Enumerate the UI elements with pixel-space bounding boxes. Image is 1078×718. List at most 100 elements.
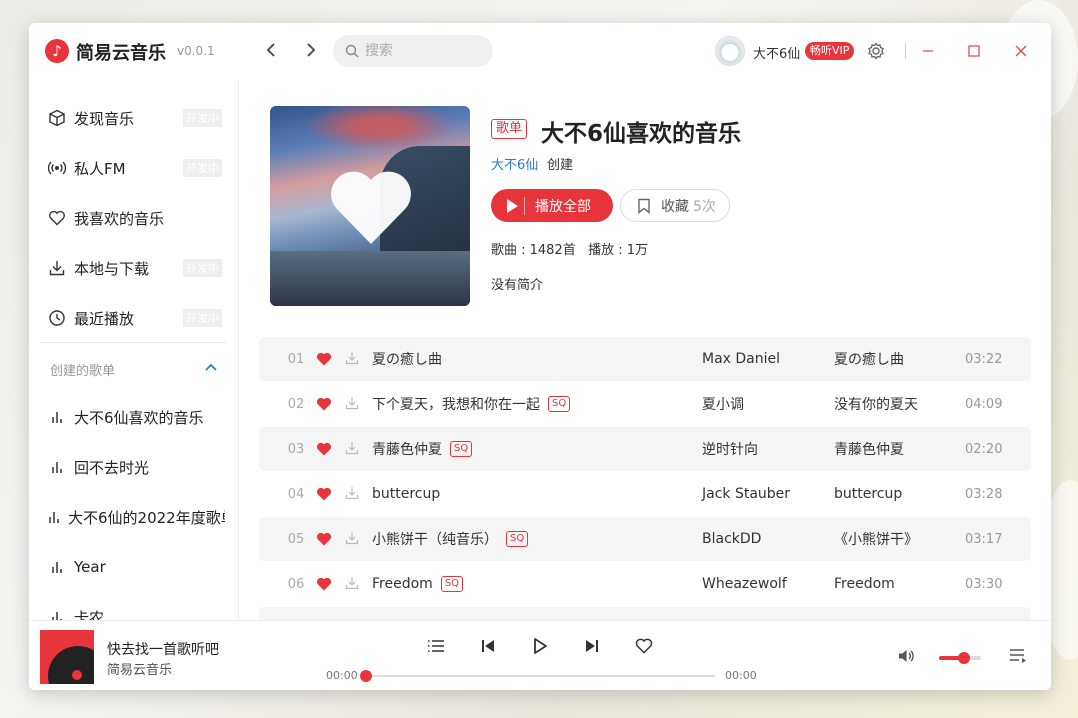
download-icon[interactable] xyxy=(345,396,359,410)
download-icon[interactable] xyxy=(345,441,359,455)
username[interactable]: 大不6仙 xyxy=(753,43,800,62)
playlist-creator[interactable]: 大不6仙 xyxy=(491,154,538,173)
track-name[interactable]: buttercup xyxy=(372,486,440,502)
chevron-left-icon xyxy=(266,43,275,57)
heart-icon[interactable] xyxy=(316,441,332,457)
track-name[interactable]: Freedom SQ xyxy=(372,576,464,592)
sidebar-item-liked[interactable]: 我喜欢的音乐 xyxy=(47,203,222,233)
dev-badge: 开发中 xyxy=(183,259,222,277)
play-all-button[interactable]: 播放全部 xyxy=(491,189,613,222)
play-button[interactable] xyxy=(529,635,551,657)
settings-button[interactable] xyxy=(865,40,887,62)
queue-icon xyxy=(1010,649,1026,663)
queue-button[interactable] xyxy=(1009,648,1029,668)
now-playing-cover[interactable] xyxy=(40,630,94,684)
table-row[interactable]: 01 夏の癒し曲 Max Daniel 夏の癒し曲 03:22 xyxy=(259,337,1031,381)
maximize-icon xyxy=(968,45,980,57)
sidebar-playlist-item[interactable]: 卡农 xyxy=(47,602,222,620)
heart-icon[interactable] xyxy=(316,486,332,502)
track-album[interactable]: 《小熊饼干》 xyxy=(834,529,918,549)
sidebar-playlist-item[interactable]: 大不6仙的2022年度歌单 xyxy=(47,502,225,532)
chevron-up-icon xyxy=(205,363,217,371)
sidebar-item-local[interactable]: 本地与下载 开发中 xyxy=(47,253,222,283)
sidebar-item-label: 卡农 xyxy=(74,608,105,621)
maximize-button[interactable] xyxy=(963,40,985,62)
skip-forward-icon xyxy=(586,640,598,652)
track-artist[interactable]: Jack Stauber xyxy=(702,486,790,502)
volume-slider[interactable] xyxy=(939,652,981,664)
heart-icon[interactable] xyxy=(316,351,332,367)
heart-icon[interactable] xyxy=(316,396,332,412)
collapse-button[interactable] xyxy=(205,360,217,375)
track-artist[interactable]: 逆时针向 xyxy=(702,439,758,459)
track-album[interactable]: 青藤色仲夏 xyxy=(834,439,904,459)
volume-knob[interactable] xyxy=(958,652,971,664)
track-name[interactable]: 夏の癒し曲 xyxy=(372,349,442,369)
search-input[interactable] xyxy=(365,43,485,59)
heart-icon[interactable] xyxy=(316,576,332,592)
track-index: 01 xyxy=(287,351,305,367)
sidebar-item-discover[interactable]: 发现音乐 开发中 xyxy=(47,103,222,133)
track-artist[interactable]: Max Daniel xyxy=(702,351,780,367)
sidebar-item-label: 大不6仙的2022年度歌单 xyxy=(68,508,225,527)
sq-badge: SQ xyxy=(450,441,473,457)
previous-button[interactable] xyxy=(477,635,499,657)
track-album[interactable]: 夏の癒し曲 xyxy=(834,349,904,369)
track-name[interactable]: 青藤色仲夏 SQ xyxy=(372,439,473,459)
table-row[interactable]: 05 小熊饼干（纯音乐） SQ BlackDD 《小熊饼干》 03:17 xyxy=(259,517,1031,561)
minimize-button[interactable] xyxy=(917,40,939,62)
track-artist[interactable]: BlackDD xyxy=(702,531,761,547)
heart-icon[interactable] xyxy=(316,531,332,547)
like-button[interactable] xyxy=(633,635,655,657)
download-icon[interactable] xyxy=(345,576,359,590)
next-button[interactable] xyxy=(581,635,603,657)
download-icon xyxy=(47,258,67,278)
track-artist[interactable]: Wheazewolf xyxy=(702,576,787,592)
minimize-icon xyxy=(923,50,933,52)
table-row[interactable] xyxy=(259,607,1031,620)
playlist-mode-button[interactable] xyxy=(425,635,447,657)
playlist-title: 大不6仙喜欢的音乐 xyxy=(541,121,742,147)
volume-button[interactable] xyxy=(898,648,918,668)
table-row[interactable]: 06 Freedom SQ Wheazewolf Freedom 03:30 xyxy=(259,562,1031,606)
heart-icon xyxy=(635,638,653,654)
track-album[interactable]: 没有你的夏天 xyxy=(834,394,918,414)
back-button[interactable] xyxy=(261,40,281,60)
track-album[interactable]: Freedom xyxy=(834,576,895,592)
sidebar-item-label: 最近播放 xyxy=(74,309,135,328)
track-index: 02 xyxy=(287,396,305,412)
avatar[interactable] xyxy=(715,36,745,66)
table-row[interactable]: 03 青藤色仲夏 SQ 逆时针向 青藤色仲夏 02:20 xyxy=(259,427,1031,471)
vip-badge[interactable]: 畅听VIP xyxy=(805,42,855,60)
progress-bar[interactable] xyxy=(360,670,715,682)
sidebar-item-fm[interactable]: 私人FM 开发中 xyxy=(47,153,222,183)
download-icon[interactable] xyxy=(345,351,359,365)
sidebar-item-label: 回不去时光 xyxy=(74,458,150,477)
sq-badge: SQ xyxy=(548,396,571,412)
volume-icon xyxy=(899,650,914,662)
track-duration: 03:30 xyxy=(965,576,1003,592)
download-icon[interactable] xyxy=(345,531,359,545)
player-bar: 快去找一首歌听吧 简易云音乐 00:00 00:00 xyxy=(29,620,1051,690)
table-row[interactable]: 04 buttercup Jack Stauber buttercup 03:28 xyxy=(259,472,1031,516)
sq-badge: SQ xyxy=(506,531,529,547)
close-button[interactable] xyxy=(1010,40,1032,62)
table-row[interactable]: 02 下个夏天，我想和你在一起 SQ 夏小调 没有你的夏天 04:09 xyxy=(259,382,1031,426)
list-icon xyxy=(428,640,444,652)
sidebar-playlist-item[interactable]: 大不6仙喜欢的音乐 xyxy=(47,402,222,432)
sidebar-playlist-item[interactable]: Year xyxy=(47,552,222,582)
collect-label: 收藏 xyxy=(661,198,689,215)
sidebar-playlist-item[interactable]: 回不去时光 xyxy=(47,452,222,482)
sidebar-item-recent[interactable]: 最近播放 开发中 xyxy=(47,303,222,333)
track-name[interactable]: 下个夏天，我想和你在一起 SQ xyxy=(372,394,571,414)
app-window: ♪ 简易云音乐 v0.0.1 大不6仙 畅听VIP xyxy=(29,23,1051,690)
progress-knob[interactable] xyxy=(360,670,372,682)
forward-button[interactable] xyxy=(301,40,321,60)
search-box[interactable] xyxy=(333,35,493,67)
track-name[interactable]: 小熊饼干（纯音乐） SQ xyxy=(372,529,529,549)
chevron-right-icon xyxy=(307,43,316,57)
download-icon[interactable] xyxy=(345,486,359,500)
track-artist[interactable]: 夏小调 xyxy=(702,394,744,414)
track-album[interactable]: buttercup xyxy=(834,486,902,502)
collect-button[interactable]: 收藏 5次 xyxy=(620,189,730,222)
